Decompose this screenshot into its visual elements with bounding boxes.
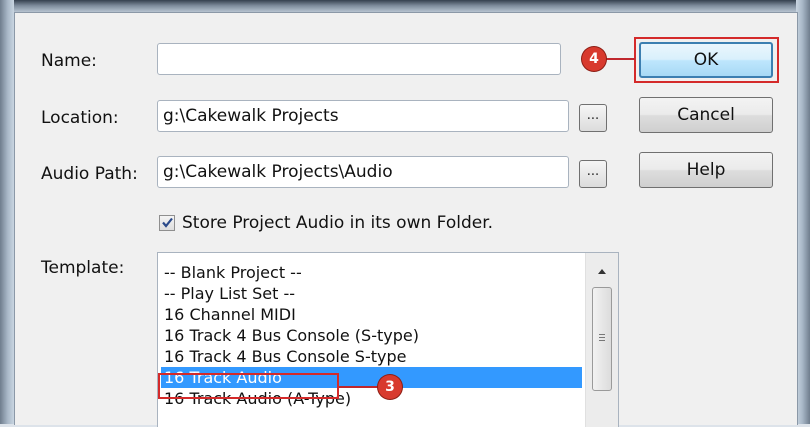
name-label: Name: [41,51,97,71]
callout-connector [339,386,381,388]
audio-path-browse-button[interactable]: ... [579,160,607,188]
name-field[interactable] [157,43,561,75]
cancel-button[interactable]: Cancel [639,97,773,133]
grip-line [599,334,605,335]
list-item[interactable]: -- Play List Set -- [161,283,582,304]
list-item[interactable]: 16 Track 4 Bus Console (S-type) [161,325,582,346]
location-browse-button[interactable]: ... [579,104,607,132]
list-item[interactable]: 16 Track 4 Bus Console S-type [161,346,582,367]
list-item[interactable]: -- Blank Project -- [161,262,582,283]
new-project-dialog: Name: Location: g:\Cakewalk Projects ...… [14,12,798,427]
template-list-scrollbar[interactable] [585,253,618,427]
grip-line [599,337,605,338]
help-button[interactable]: Help [639,152,773,188]
grip-line [599,340,605,341]
checkmark-icon [162,217,173,228]
location-label: Location: [41,108,119,128]
store-audio-checkbox-label[interactable]: Store Project Audio in its own Folder. [182,213,493,233]
store-audio-checkbox[interactable] [159,215,175,231]
template-highlight-box [158,373,339,399]
callout-badge-3: 3 [378,375,402,399]
template-list[interactable]: -- Blank Project -- -- Play List Set -- … [157,252,619,427]
window-frame-left [0,0,14,424]
audio-path-label: Audio Path: [41,164,138,184]
window-frame-right [796,0,810,424]
template-label: Template: [41,258,125,278]
arrow-up-icon [598,269,606,274]
callout-connector [605,58,635,60]
list-item[interactable]: 16 Channel MIDI [161,304,582,325]
scroll-thumb[interactable] [592,287,612,391]
scroll-up-button[interactable] [586,257,618,285]
ok-highlight-box [634,37,779,83]
location-field[interactable]: g:\Cakewalk Projects [157,100,569,132]
audio-path-field[interactable]: g:\Cakewalk Projects\Audio [157,156,569,188]
callout-badge-4: 4 [582,47,606,71]
